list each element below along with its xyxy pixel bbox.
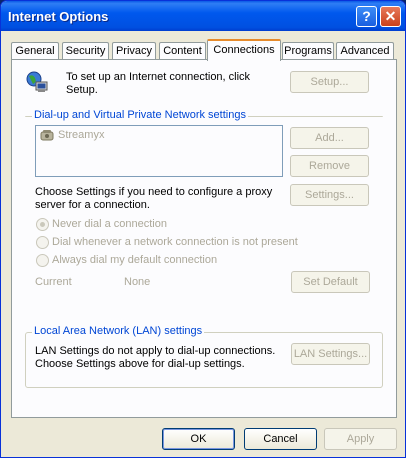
lan-settings-button[interactable]: LAN Settings... (291, 343, 370, 365)
dial-when-no-network-radio[interactable] (36, 236, 49, 249)
connection-list[interactable]: Streamyx (35, 125, 283, 177)
settings-button[interactable]: Settings... (290, 184, 369, 206)
setup-button[interactable]: Setup... (290, 71, 369, 93)
help-button[interactable]: ? (356, 6, 377, 27)
title-bar[interactable]: Internet Options ? ✕ (1, 1, 405, 31)
current-label: Current (35, 276, 72, 288)
dialup-group-label: Dial-up and Virtual Private Network sett… (32, 109, 248, 121)
dial-when-no-network-label[interactable]: Dial whenever a network connection is no… (52, 236, 298, 248)
list-item[interactable]: Streamyx (58, 129, 104, 141)
ok-button[interactable]: OK (162, 428, 235, 450)
settings-text-line2: server for a connection. (35, 199, 150, 211)
set-default-button[interactable]: Set Default (291, 271, 370, 293)
tab-connections[interactable]: Connections (207, 39, 281, 61)
always-dial-radio[interactable] (36, 254, 49, 267)
always-dial-label[interactable]: Always dial my default connection (52, 254, 217, 266)
window-title: Internet Options (8, 9, 109, 24)
lan-text-line1: LAN Settings do not apply to dial-up con… (35, 345, 276, 357)
never-dial-label[interactable]: Never dial a connection (52, 218, 167, 230)
settings-text-line1: Choose Settings if you need to configure… (35, 186, 273, 198)
current-value: None (124, 276, 151, 288)
setup-text-line1: To set up an Internet connection, click (66, 71, 251, 83)
lan-text-line2: Choose Settings above for dial-up settin… (35, 358, 245, 370)
apply-button[interactable]: Apply (324, 428, 397, 450)
dialup-connection-icon (40, 129, 54, 141)
cancel-button[interactable]: Cancel (244, 428, 317, 450)
add-button[interactable]: Add... (290, 127, 369, 149)
never-dial-radio[interactable] (36, 218, 49, 231)
lan-group-label: Local Area Network (LAN) settings (32, 325, 205, 337)
connections-panel: To set up an Internet connection, click … (11, 59, 397, 418)
network-globe-icon (25, 70, 49, 94)
remove-button[interactable]: Remove (290, 155, 369, 177)
close-button[interactable]: ✕ (380, 6, 401, 27)
setup-text-line2: Setup. (66, 84, 98, 96)
internet-options-dialog: Internet Options ? ✕ General Security Pr… (0, 0, 406, 458)
